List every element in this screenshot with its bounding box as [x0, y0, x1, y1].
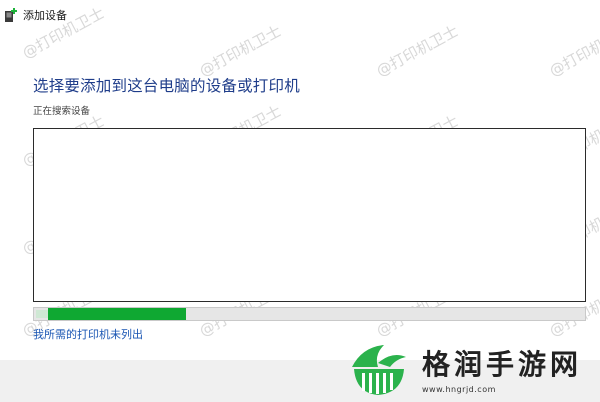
window-title: 添加设备: [23, 9, 67, 22]
brand-url: www.hngrjd.com: [422, 384, 496, 394]
device-list[interactable]: [33, 128, 586, 302]
brand-name: 格润手游网: [422, 347, 583, 381]
brand-logo-icon: [352, 345, 406, 395]
search-progress-bar: [33, 307, 586, 321]
printer-not-listed-link[interactable]: 我所需的打印机未列出: [33, 326, 143, 342]
search-status: 正在搜索设备: [33, 106, 91, 117]
progress-fill: [48, 308, 186, 320]
add-device-icon: [5, 8, 17, 22]
progress-start-segment: [36, 310, 48, 318]
page-heading: 选择要添加到这台电脑的设备或打印机: [33, 77, 300, 95]
title-bar: 添加设备: [0, 0, 600, 30]
brand-watermark: 格润手游网 www.hngrjd.com: [348, 338, 582, 398]
